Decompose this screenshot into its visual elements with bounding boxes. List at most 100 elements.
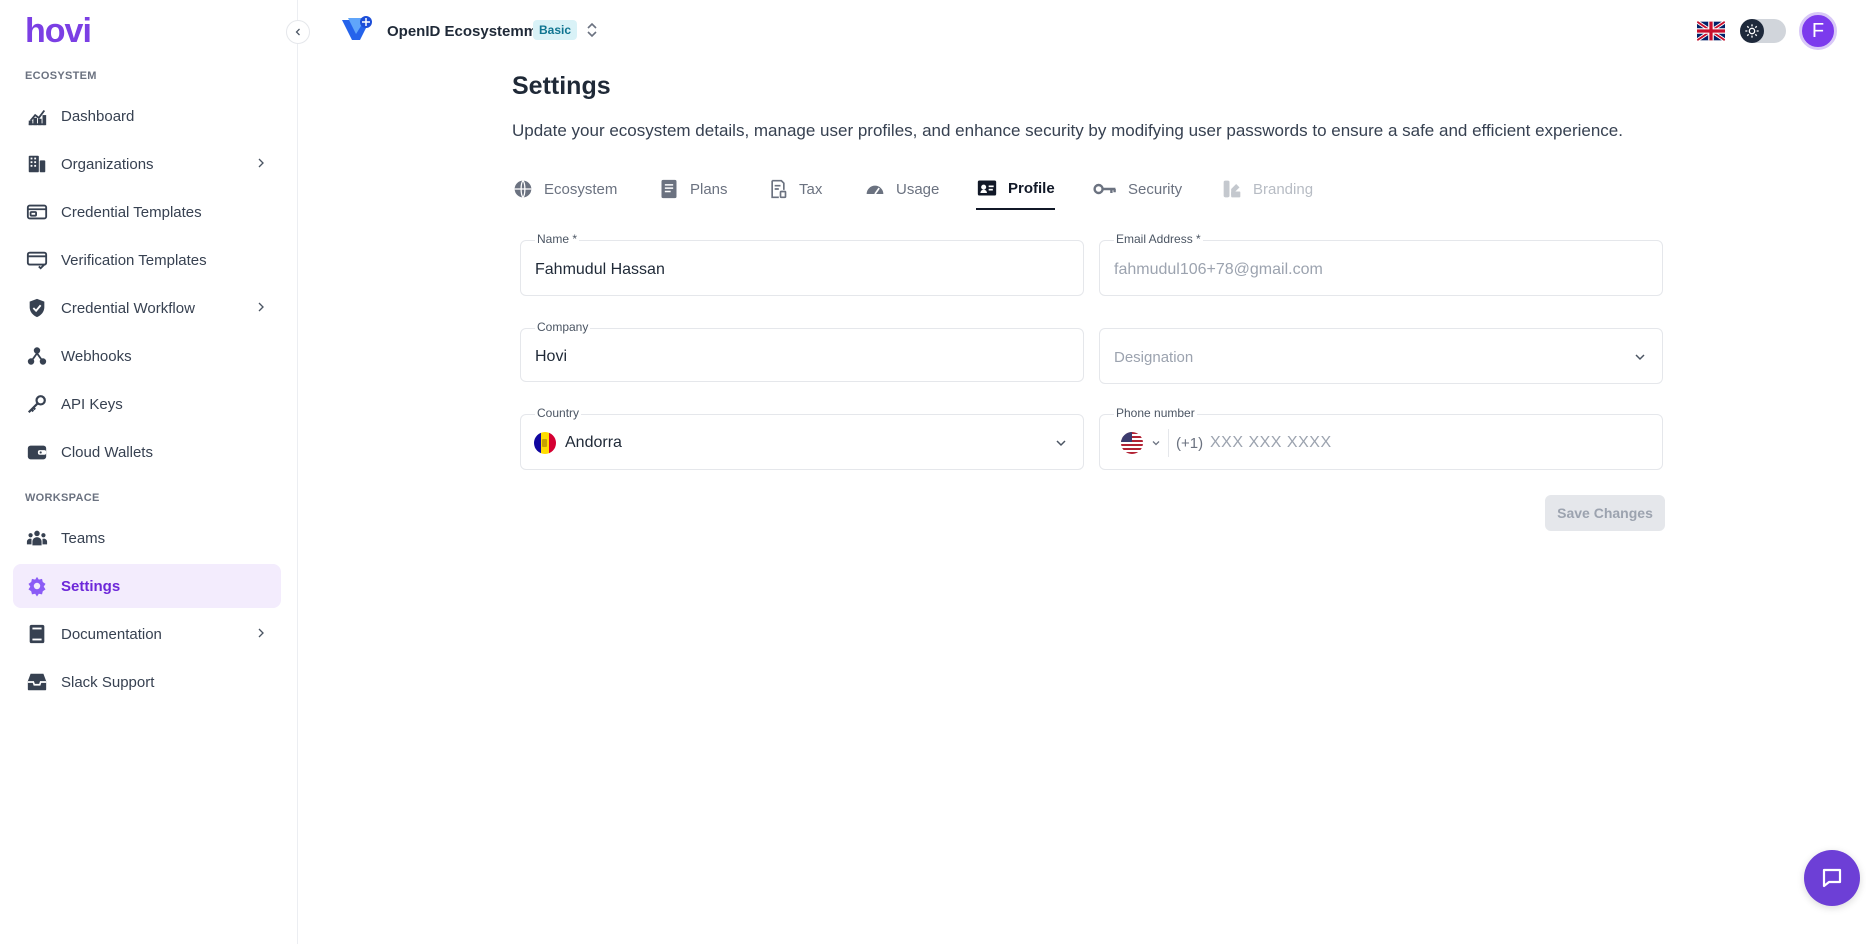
sidebar-item-credential-templates[interactable]: Credential Templates — [13, 190, 281, 234]
chat-support-button[interactable] — [1804, 850, 1860, 906]
plan-badge: Basic — [533, 20, 578, 40]
designation-placeholder: Designation — [1114, 349, 1194, 366]
sidebar-item-dashboard[interactable]: Dashboard — [13, 94, 281, 138]
name-label: Name * — [535, 232, 580, 246]
tab-label: Plans — [690, 180, 728, 198]
sidebar-item-label: Slack Support — [61, 673, 155, 691]
tab-label: Usage — [896, 180, 940, 198]
key-icon — [1092, 178, 1118, 200]
country-value: Andorra — [565, 434, 622, 451]
tab-ecosystem[interactable]: Ecosystem — [512, 168, 617, 210]
us-flag-icon[interactable] — [1121, 432, 1143, 454]
users-icon — [25, 526, 49, 550]
sidebar-item-organizations[interactable]: Organizations — [13, 142, 281, 186]
sidebar-item-verification-templates[interactable]: Verification Templates — [13, 238, 281, 282]
save-changes-button[interactable]: Save Changes — [1545, 495, 1665, 531]
globe-icon — [512, 178, 534, 200]
tab-branding[interactable]: Branding — [1221, 168, 1313, 210]
tab-profile[interactable]: Profile — [976, 168, 1055, 210]
sidebar: hovi ECOSYSTEM Dashboard Organizations C… — [0, 0, 298, 944]
chevron-left-icon — [295, 28, 300, 36]
chevron-right-icon — [253, 155, 269, 175]
section-label-workspace: WORKSPACE — [25, 492, 100, 504]
email-field[interactable]: Email Address * fahmudul106+78@gmail.com — [1099, 232, 1663, 296]
phone-input[interactable] — [1210, 431, 1630, 455]
sidebar-item-webhooks[interactable]: Webhooks — [13, 334, 281, 378]
chat-bubble-icon — [1822, 868, 1842, 888]
divider — [1168, 429, 1169, 457]
tab-security[interactable]: Security — [1092, 168, 1182, 210]
sidebar-item-label: Settings — [61, 577, 121, 595]
country-select[interactable]: Country Andorra — [520, 406, 1084, 470]
book-icon — [25, 622, 49, 646]
webhook-icon — [25, 344, 49, 368]
sidebar-item-settings[interactable]: Settings — [13, 564, 281, 608]
sidebar-item-label: Verification Templates — [61, 251, 207, 269]
tab-plans[interactable]: Plans — [658, 168, 728, 210]
sidebar-item-label: Teams — [61, 529, 106, 547]
andorra-flag-icon — [534, 432, 556, 454]
name-field[interactable]: Name * Fahmudul Hassan — [520, 232, 1084, 296]
uk-flag-icon[interactable] — [1697, 20, 1725, 42]
sidebar-item-documentation[interactable]: Documentation — [13, 612, 281, 656]
chevron-down-icon — [1053, 435, 1069, 456]
chevron-down-icon[interactable] — [1150, 436, 1162, 454]
sidebar-item-label: API Keys — [61, 395, 123, 413]
sidebar-item-label: Documentation — [61, 625, 162, 643]
company-label: Company — [535, 320, 591, 334]
page-description: Update your ecosystem details, manage us… — [512, 121, 1623, 140]
designation-select[interactable]: Designation — [1099, 328, 1663, 384]
tab-label: Profile — [1008, 179, 1055, 197]
sidebar-item-label: Organizations — [61, 155, 154, 173]
company-value: Hovi — [535, 348, 568, 365]
tab-usage[interactable]: Usage — [864, 168, 939, 210]
palette-icon — [1221, 178, 1243, 200]
sidebar-item-label: Cloud Wallets — [61, 443, 153, 461]
sidebar-item-label: Credential Workflow — [61, 299, 195, 317]
tab-label: Ecosystem — [544, 180, 618, 198]
ecosystem-name[interactable]: OpenID Ecosystemm — [387, 23, 537, 40]
gear-icon — [25, 574, 49, 598]
chart-line-icon — [25, 104, 49, 128]
id-card-icon — [25, 200, 49, 224]
name-value: Fahmudul Hassan — [535, 261, 665, 278]
sun-icon — [1740, 19, 1764, 43]
hovi-logo[interactable]: hovi — [25, 12, 92, 51]
ecosystem-logo — [340, 14, 378, 44]
phone-label: Phone number — [1114, 406, 1197, 420]
tab-label: Tax — [799, 180, 823, 198]
page-title: Settings — [512, 72, 611, 100]
wallet-icon — [25, 440, 49, 464]
building-icon — [25, 152, 49, 176]
sidebar-item-label: Credential Templates — [61, 203, 202, 221]
theme-toggle[interactable] — [1740, 19, 1786, 43]
collapse-sidebar-button[interactable] — [286, 20, 310, 44]
company-field[interactable]: Company Hovi — [520, 320, 1084, 382]
shield-check-icon — [25, 296, 49, 320]
profile-card-icon — [976, 177, 998, 199]
sidebar-item-teams[interactable]: Teams — [13, 516, 281, 560]
sidebar-item-credential-workflow[interactable]: Credential Workflow — [13, 286, 281, 330]
email-label: Email Address * — [1114, 232, 1203, 246]
chevron-right-icon — [253, 625, 269, 645]
tab-label: Branding — [1253, 180, 1314, 198]
tab-label: Security — [1128, 180, 1183, 198]
sidebar-item-api-keys[interactable]: API Keys — [13, 382, 281, 426]
sidebar-item-slack-support[interactable]: Slack Support — [13, 660, 281, 704]
sidebar-item-cloud-wallets[interactable]: Cloud Wallets — [13, 430, 281, 474]
inbox-icon — [25, 670, 49, 694]
key-icon — [25, 392, 49, 416]
gauge-icon — [864, 178, 886, 200]
chevron-down-icon — [1632, 349, 1648, 370]
sidebar-item-label: Dashboard — [61, 107, 135, 125]
receipt-icon — [767, 178, 789, 200]
country-label: Country — [535, 406, 582, 420]
email-value: fahmudul106+78@gmail.com — [1114, 261, 1323, 278]
section-label-ecosystem: ECOSYSTEM — [25, 70, 97, 82]
tab-tax[interactable]: Tax — [767, 168, 822, 210]
phone-field[interactable]: Phone number (+1) — [1099, 406, 1663, 470]
user-avatar[interactable]: F — [1799, 12, 1837, 50]
sidebar-item-label: Webhooks — [61, 347, 132, 365]
ecosystem-switcher-icon[interactable] — [585, 21, 599, 44]
verify-card-icon — [25, 248, 49, 272]
